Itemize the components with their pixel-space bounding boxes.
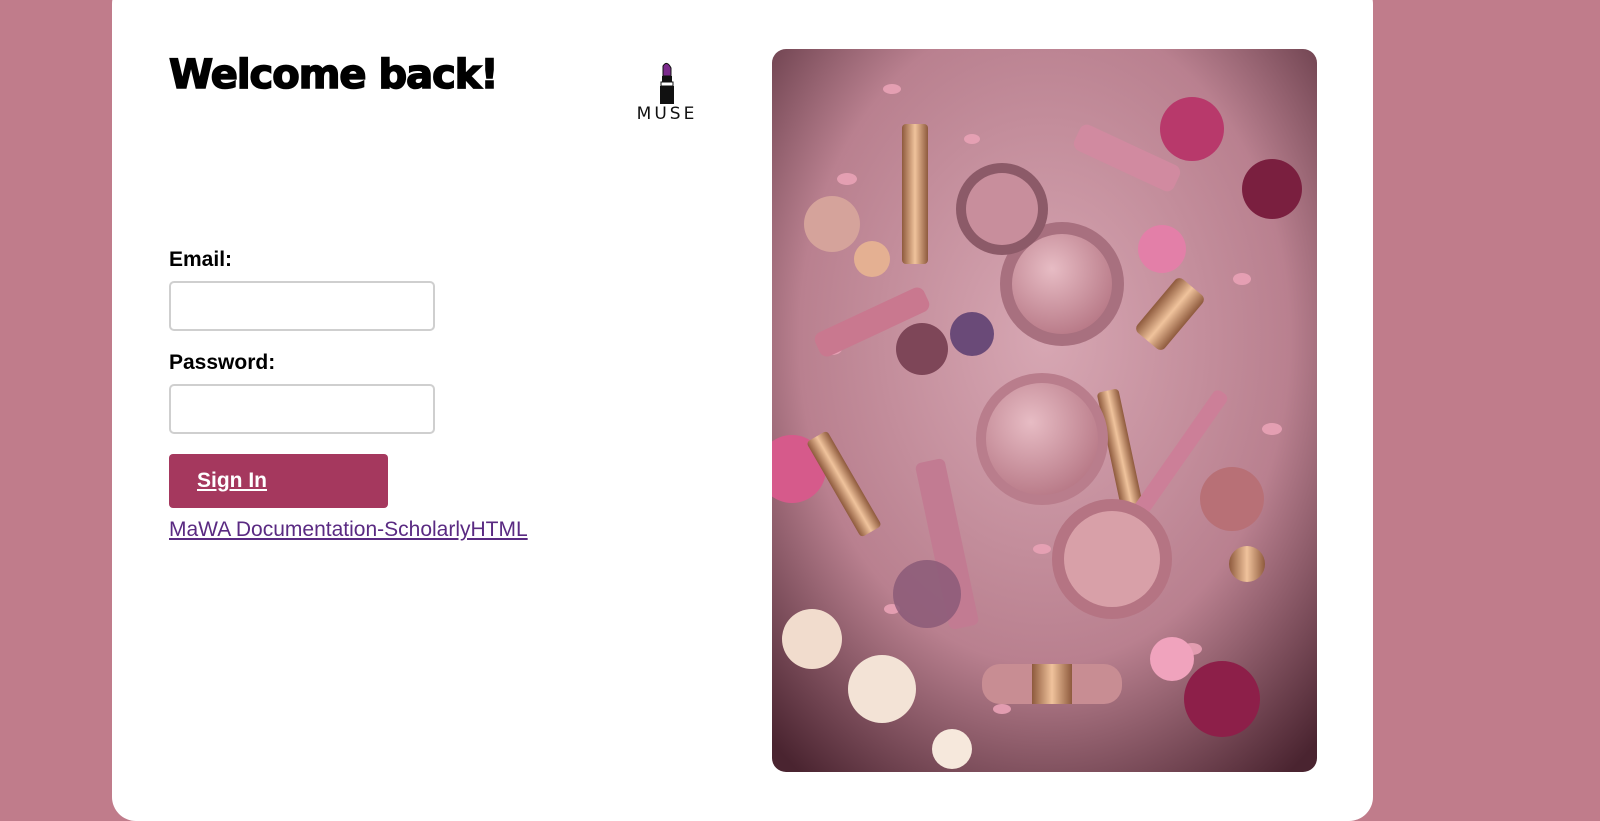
email-field[interactable] [169, 281, 435, 331]
muse-logo: MUSE [632, 62, 702, 124]
hero-image [772, 49, 1317, 772]
lipstick-icon [660, 62, 674, 104]
documentation-link[interactable]: MaWA Documentation-ScholarlyHTML [169, 518, 528, 542]
login-card: Welcome back! MUSE Email: Password: Sign… [112, 0, 1373, 821]
logo-text: MUSE [636, 104, 698, 124]
password-label: Password: [169, 351, 276, 374]
sign-in-button[interactable]: Sign In [169, 454, 388, 508]
email-label: Email: [169, 248, 233, 271]
page-title: Welcome back! [168, 51, 499, 99]
password-field[interactable] [169, 384, 435, 434]
